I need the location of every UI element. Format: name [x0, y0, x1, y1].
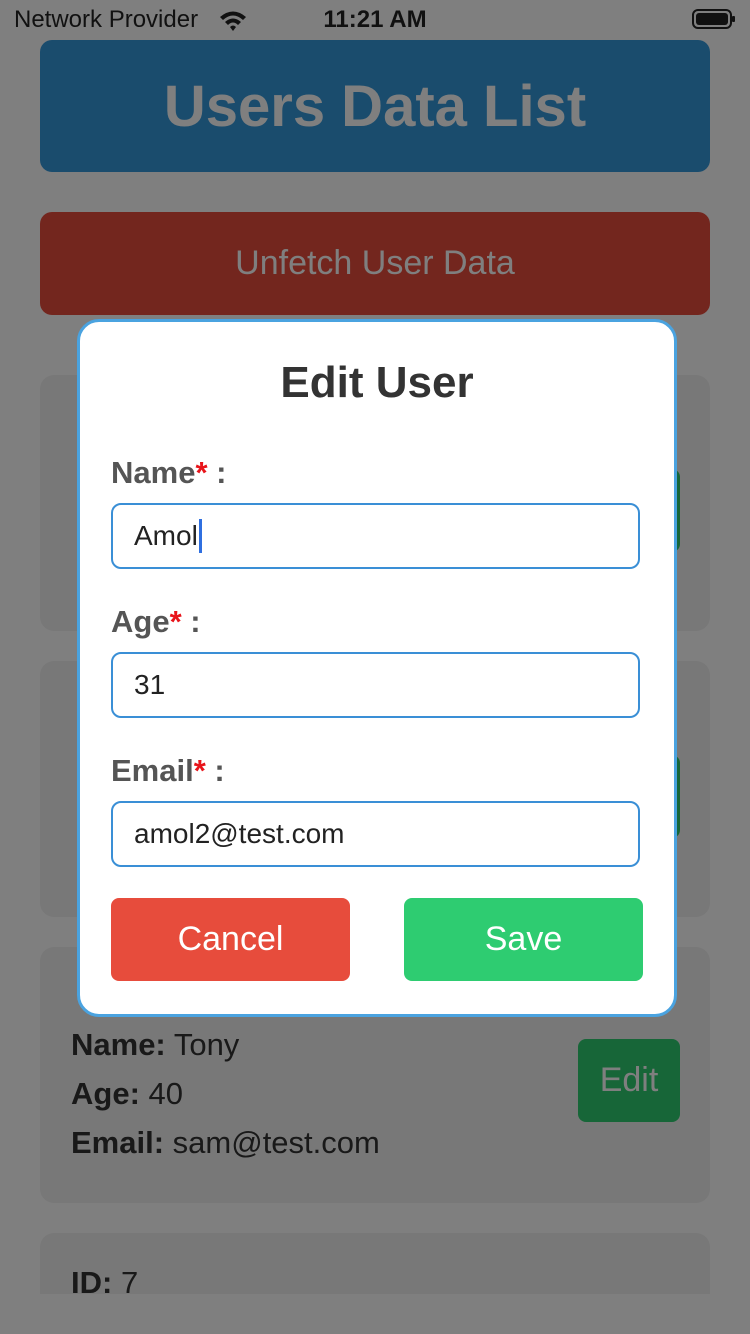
required-marker: *: [193, 753, 206, 788]
age-input[interactable]: 31: [111, 652, 640, 718]
email-input[interactable]: amol2@test.com: [111, 801, 640, 867]
status-bar: Network Provider 11:21 AM: [0, 0, 750, 40]
name-input[interactable]: Amol: [111, 503, 640, 569]
cancel-button[interactable]: Cancel: [111, 898, 350, 981]
email-label: Email* :: [111, 753, 225, 789]
name-input-value: Amol: [134, 520, 198, 551]
edit-user-modal: Edit User Name* : Amol Age* : 31 Email* …: [77, 319, 677, 1017]
required-marker: *: [169, 604, 182, 639]
save-button[interactable]: Save: [404, 898, 643, 981]
email-label-text: Email: [111, 753, 194, 788]
label-separator: :: [216, 455, 227, 490]
label-separator: :: [214, 753, 225, 788]
age-input-value: 31: [134, 669, 166, 700]
modal-title: Edit User: [280, 358, 474, 407]
age-label-text: Age: [111, 604, 170, 639]
text-cursor: [198, 519, 202, 553]
email-input-value: amol2@test.com: [134, 818, 345, 849]
battery-icon: [692, 9, 735, 29]
age-label: Age* :: [111, 604, 201, 640]
clock: 11:21 AM: [323, 6, 427, 33]
required-marker: *: [195, 455, 208, 490]
label-separator: :: [190, 604, 201, 639]
name-label-text: Name: [111, 455, 196, 490]
name-label: Name* :: [111, 455, 226, 491]
